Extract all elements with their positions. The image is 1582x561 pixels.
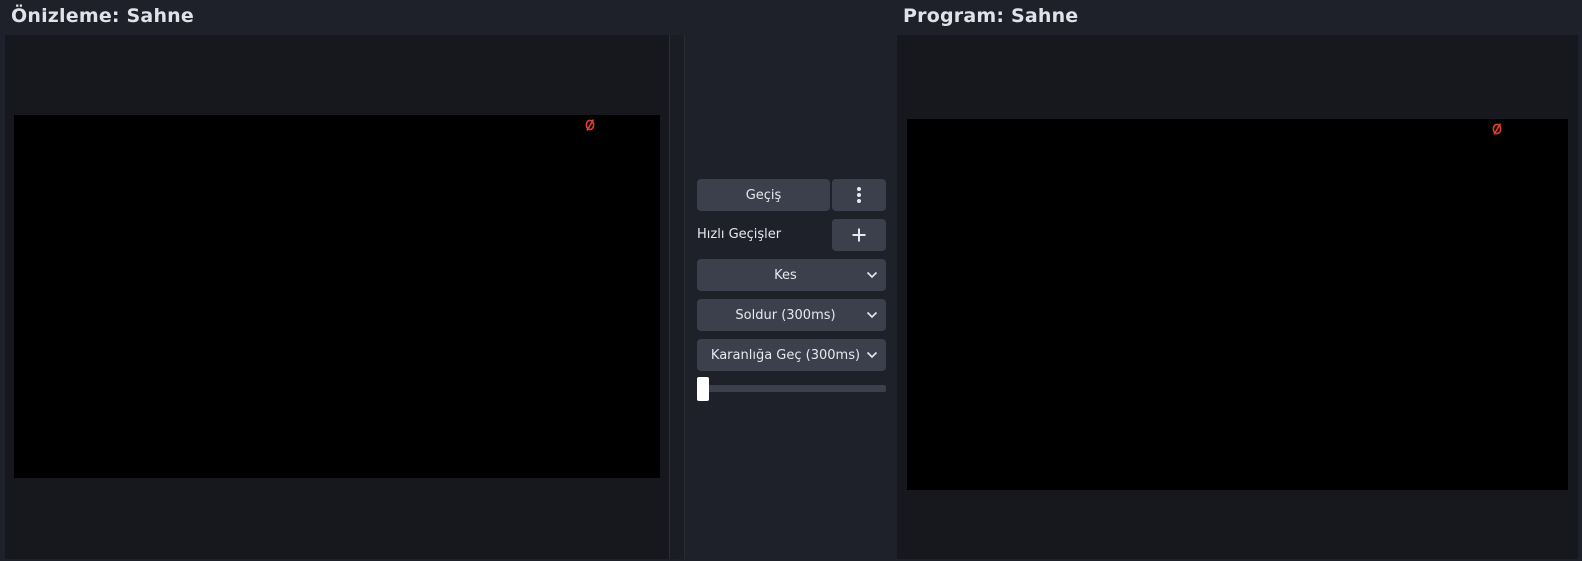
preview-canvas[interactable] bbox=[14, 115, 660, 478]
preview-scrollbar[interactable] bbox=[669, 35, 685, 559]
program-title: Program: Sahne bbox=[903, 5, 1079, 27]
transition-button-label: Geçiş bbox=[745, 187, 782, 203]
plus-icon bbox=[852, 228, 866, 242]
preview-title: Önizleme: Sahne bbox=[11, 5, 194, 27]
quick-transition-fade[interactable]: Soldur (300ms) bbox=[697, 299, 886, 331]
quick-transitions-label: Hızlı Geçişler bbox=[697, 227, 782, 242]
add-quick-transition-button[interactable] bbox=[832, 219, 886, 251]
transition-menu-button[interactable] bbox=[832, 179, 886, 211]
chevron-down-icon bbox=[866, 351, 878, 359]
quick-transition-label: Karanlığa Geç (300ms) bbox=[710, 347, 861, 363]
more-vertical-icon bbox=[857, 187, 861, 203]
program-canvas[interactable] bbox=[907, 119, 1568, 490]
quick-transition-fade-to-black[interactable]: Karanlığa Geç (300ms) bbox=[697, 339, 886, 371]
transition-tbar-track[interactable] bbox=[697, 385, 886, 392]
quick-transition-cut[interactable]: Kes bbox=[697, 259, 886, 291]
mic-muted-icon bbox=[585, 119, 595, 131]
chevron-down-icon bbox=[866, 271, 878, 279]
quick-transition-label: Kes bbox=[774, 267, 797, 283]
transition-button[interactable]: Geçiş bbox=[697, 179, 830, 211]
quick-transition-label: Soldur (300ms) bbox=[735, 307, 836, 323]
transition-tbar-handle[interactable] bbox=[697, 377, 709, 401]
mic-muted-icon bbox=[1492, 123, 1502, 135]
chevron-down-icon bbox=[866, 311, 878, 319]
